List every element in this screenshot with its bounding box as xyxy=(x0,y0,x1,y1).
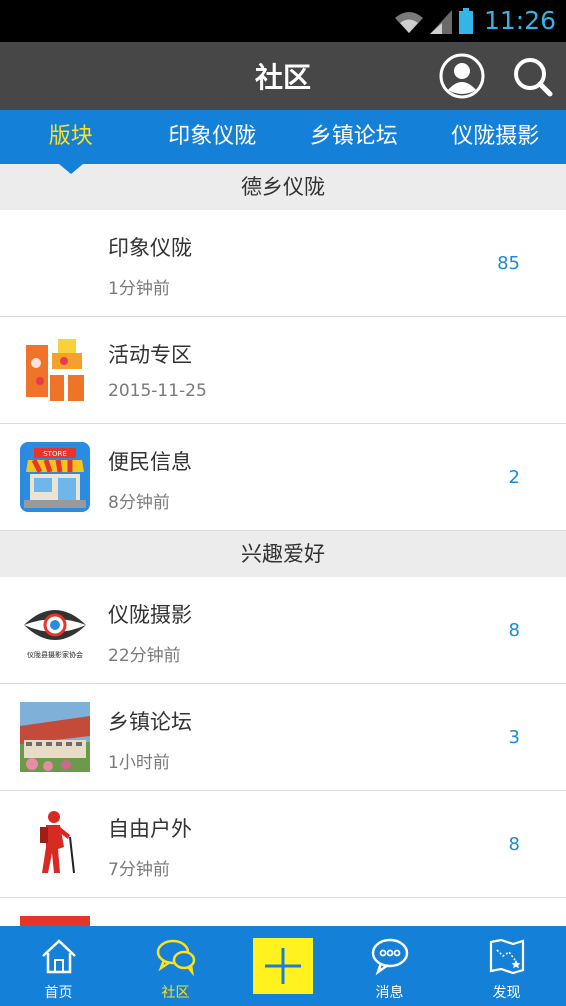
status-time: 11:26 xyxy=(483,6,556,35)
screen: 11:26 社区 版块 印象仪陇 乡镇论坛 仪陇摄影 德乡仪陇 印象仪陇 1分钟… xyxy=(0,0,566,1006)
profile-button[interactable] xyxy=(438,52,486,100)
title-bar: 社区 xyxy=(0,42,566,110)
signal-icon xyxy=(430,10,452,34)
active-tab-indicator xyxy=(59,164,83,174)
tab-yilong-sheying[interactable]: 仪陇摄影 xyxy=(425,110,566,164)
map-icon xyxy=(489,938,524,975)
home-icon xyxy=(41,939,76,974)
nav-discover-label: 发现 xyxy=(492,985,521,1001)
item-name: 乡镇论坛 xyxy=(108,710,192,734)
item-name: 印象仪陇 xyxy=(108,236,192,260)
list-item[interactable]: 印象仪陇 1分钟前 85 xyxy=(0,210,566,317)
nav-home[interactable]: 首页 xyxy=(2,926,115,1006)
nav-community-label: 社区 xyxy=(161,985,190,1001)
tab-bar: 版块 印象仪陇 乡镇论坛 仪陇摄影 xyxy=(0,110,566,164)
store-icon: STORE xyxy=(20,442,90,512)
item-time: 2015-11-25 xyxy=(108,381,207,401)
section-header: 德乡仪陇 xyxy=(0,164,566,210)
section-header: 兴趣爱好 xyxy=(0,531,566,577)
item-name: 活动专区 xyxy=(108,343,192,367)
photo-assoc-label: 仪陇县摄影家协会 xyxy=(27,650,83,659)
list-item[interactable]: 活动专区 2015-11-25 xyxy=(0,317,566,424)
list-item[interactable]: 乡镇论坛 1小时前 3 xyxy=(0,684,566,791)
tab-yinxiang-yilong[interactable]: 印象仪陇 xyxy=(142,110,284,164)
photography-logo-icon: 仪陇县摄影家协会 xyxy=(24,610,86,659)
activity-icon xyxy=(26,339,84,401)
item-count: 85 xyxy=(497,253,520,274)
item-count: 8 xyxy=(508,620,520,641)
nav-home-label: 首页 xyxy=(44,985,73,1001)
search-button[interactable] xyxy=(508,52,556,100)
nav-messages[interactable]: 消息 xyxy=(333,926,446,1006)
item-time: 1分钟前 xyxy=(108,279,170,299)
list-item[interactable]: 自由户外 7分钟前 8 xyxy=(0,791,566,898)
nav-discover[interactable]: 发现 xyxy=(450,926,563,1006)
item-time: 8分钟前 xyxy=(108,493,170,513)
township-icon xyxy=(20,702,90,772)
item-name: 便民信息 xyxy=(108,450,192,474)
store-sign: STORE xyxy=(43,450,67,458)
hiker-icon xyxy=(40,811,75,874)
chat-bubbles-icon xyxy=(156,939,195,976)
tab-bankuai[interactable]: 版块 xyxy=(0,110,142,164)
item-time: 22分钟前 xyxy=(108,646,181,666)
forum-list[interactable]: 德乡仪陇 印象仪陇 1分钟前 85 活动专区 2015-11-25 STORE … xyxy=(0,164,566,926)
add-post-button[interactable] xyxy=(253,938,313,994)
nav-messages-label: 消息 xyxy=(375,985,404,1001)
item-count: 2 xyxy=(508,467,520,488)
item-name: 仪陇摄影 xyxy=(108,603,192,627)
tab-xiangzhen-luntan[interactable]: 乡镇论坛 xyxy=(283,110,425,164)
item-time: 7分钟前 xyxy=(108,860,170,880)
bottom-nav: 首页 社区 消息 发现 xyxy=(0,926,566,1006)
battery-icon xyxy=(459,8,473,34)
item-time: 1小时前 xyxy=(108,753,170,773)
item-name: 自由户外 xyxy=(108,817,192,841)
item-count: 3 xyxy=(508,727,520,748)
list-item[interactable]: STORE 便民信息 8分钟前 2 xyxy=(0,424,566,531)
status-bar: 11:26 xyxy=(0,0,566,42)
nav-community[interactable]: 社区 xyxy=(119,926,232,1006)
item-count: 8 xyxy=(508,834,520,855)
status-icons xyxy=(394,8,474,34)
search-icon xyxy=(514,58,553,97)
list-item[interactable]: 仪陇县摄影家协会 仪陇摄影 22分钟前 8 xyxy=(0,577,566,684)
message-icon xyxy=(371,938,408,976)
item-thumbnail xyxy=(20,916,90,926)
list-item[interactable] xyxy=(0,898,566,926)
plus-icon xyxy=(265,948,301,984)
wifi-icon xyxy=(395,12,423,33)
user-icon xyxy=(439,53,485,99)
